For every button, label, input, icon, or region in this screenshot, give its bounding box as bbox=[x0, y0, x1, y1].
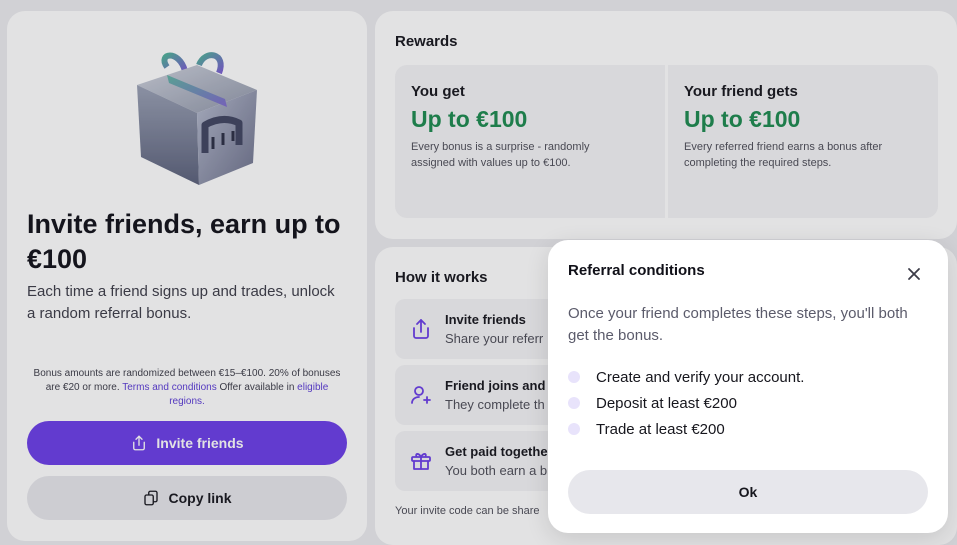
close-button[interactable] bbox=[904, 264, 924, 284]
dialog-intro: Once your friend completes these steps, … bbox=[568, 305, 908, 344]
referral-conditions-dialog: Referral conditions Once your friend com… bbox=[548, 240, 948, 533]
close-icon bbox=[908, 268, 920, 280]
bullet-dot-icon bbox=[568, 423, 580, 435]
condition-text: Trade at least €200 bbox=[596, 420, 725, 438]
dialog-title: Referral conditions bbox=[568, 262, 705, 279]
bullet-dot-icon bbox=[568, 397, 580, 409]
condition-item: Trade at least €200 bbox=[568, 416, 804, 442]
condition-item: Create and verify your account. bbox=[568, 364, 804, 390]
condition-text: Deposit at least €200 bbox=[596, 394, 737, 412]
bullet-dot-icon bbox=[568, 371, 580, 383]
condition-text: Create and verify your account. bbox=[596, 368, 805, 386]
conditions-list: Create and verify your account. Deposit … bbox=[568, 364, 804, 442]
condition-item: Deposit at least €200 bbox=[568, 390, 804, 416]
ok-button[interactable]: Ok bbox=[568, 470, 928, 514]
